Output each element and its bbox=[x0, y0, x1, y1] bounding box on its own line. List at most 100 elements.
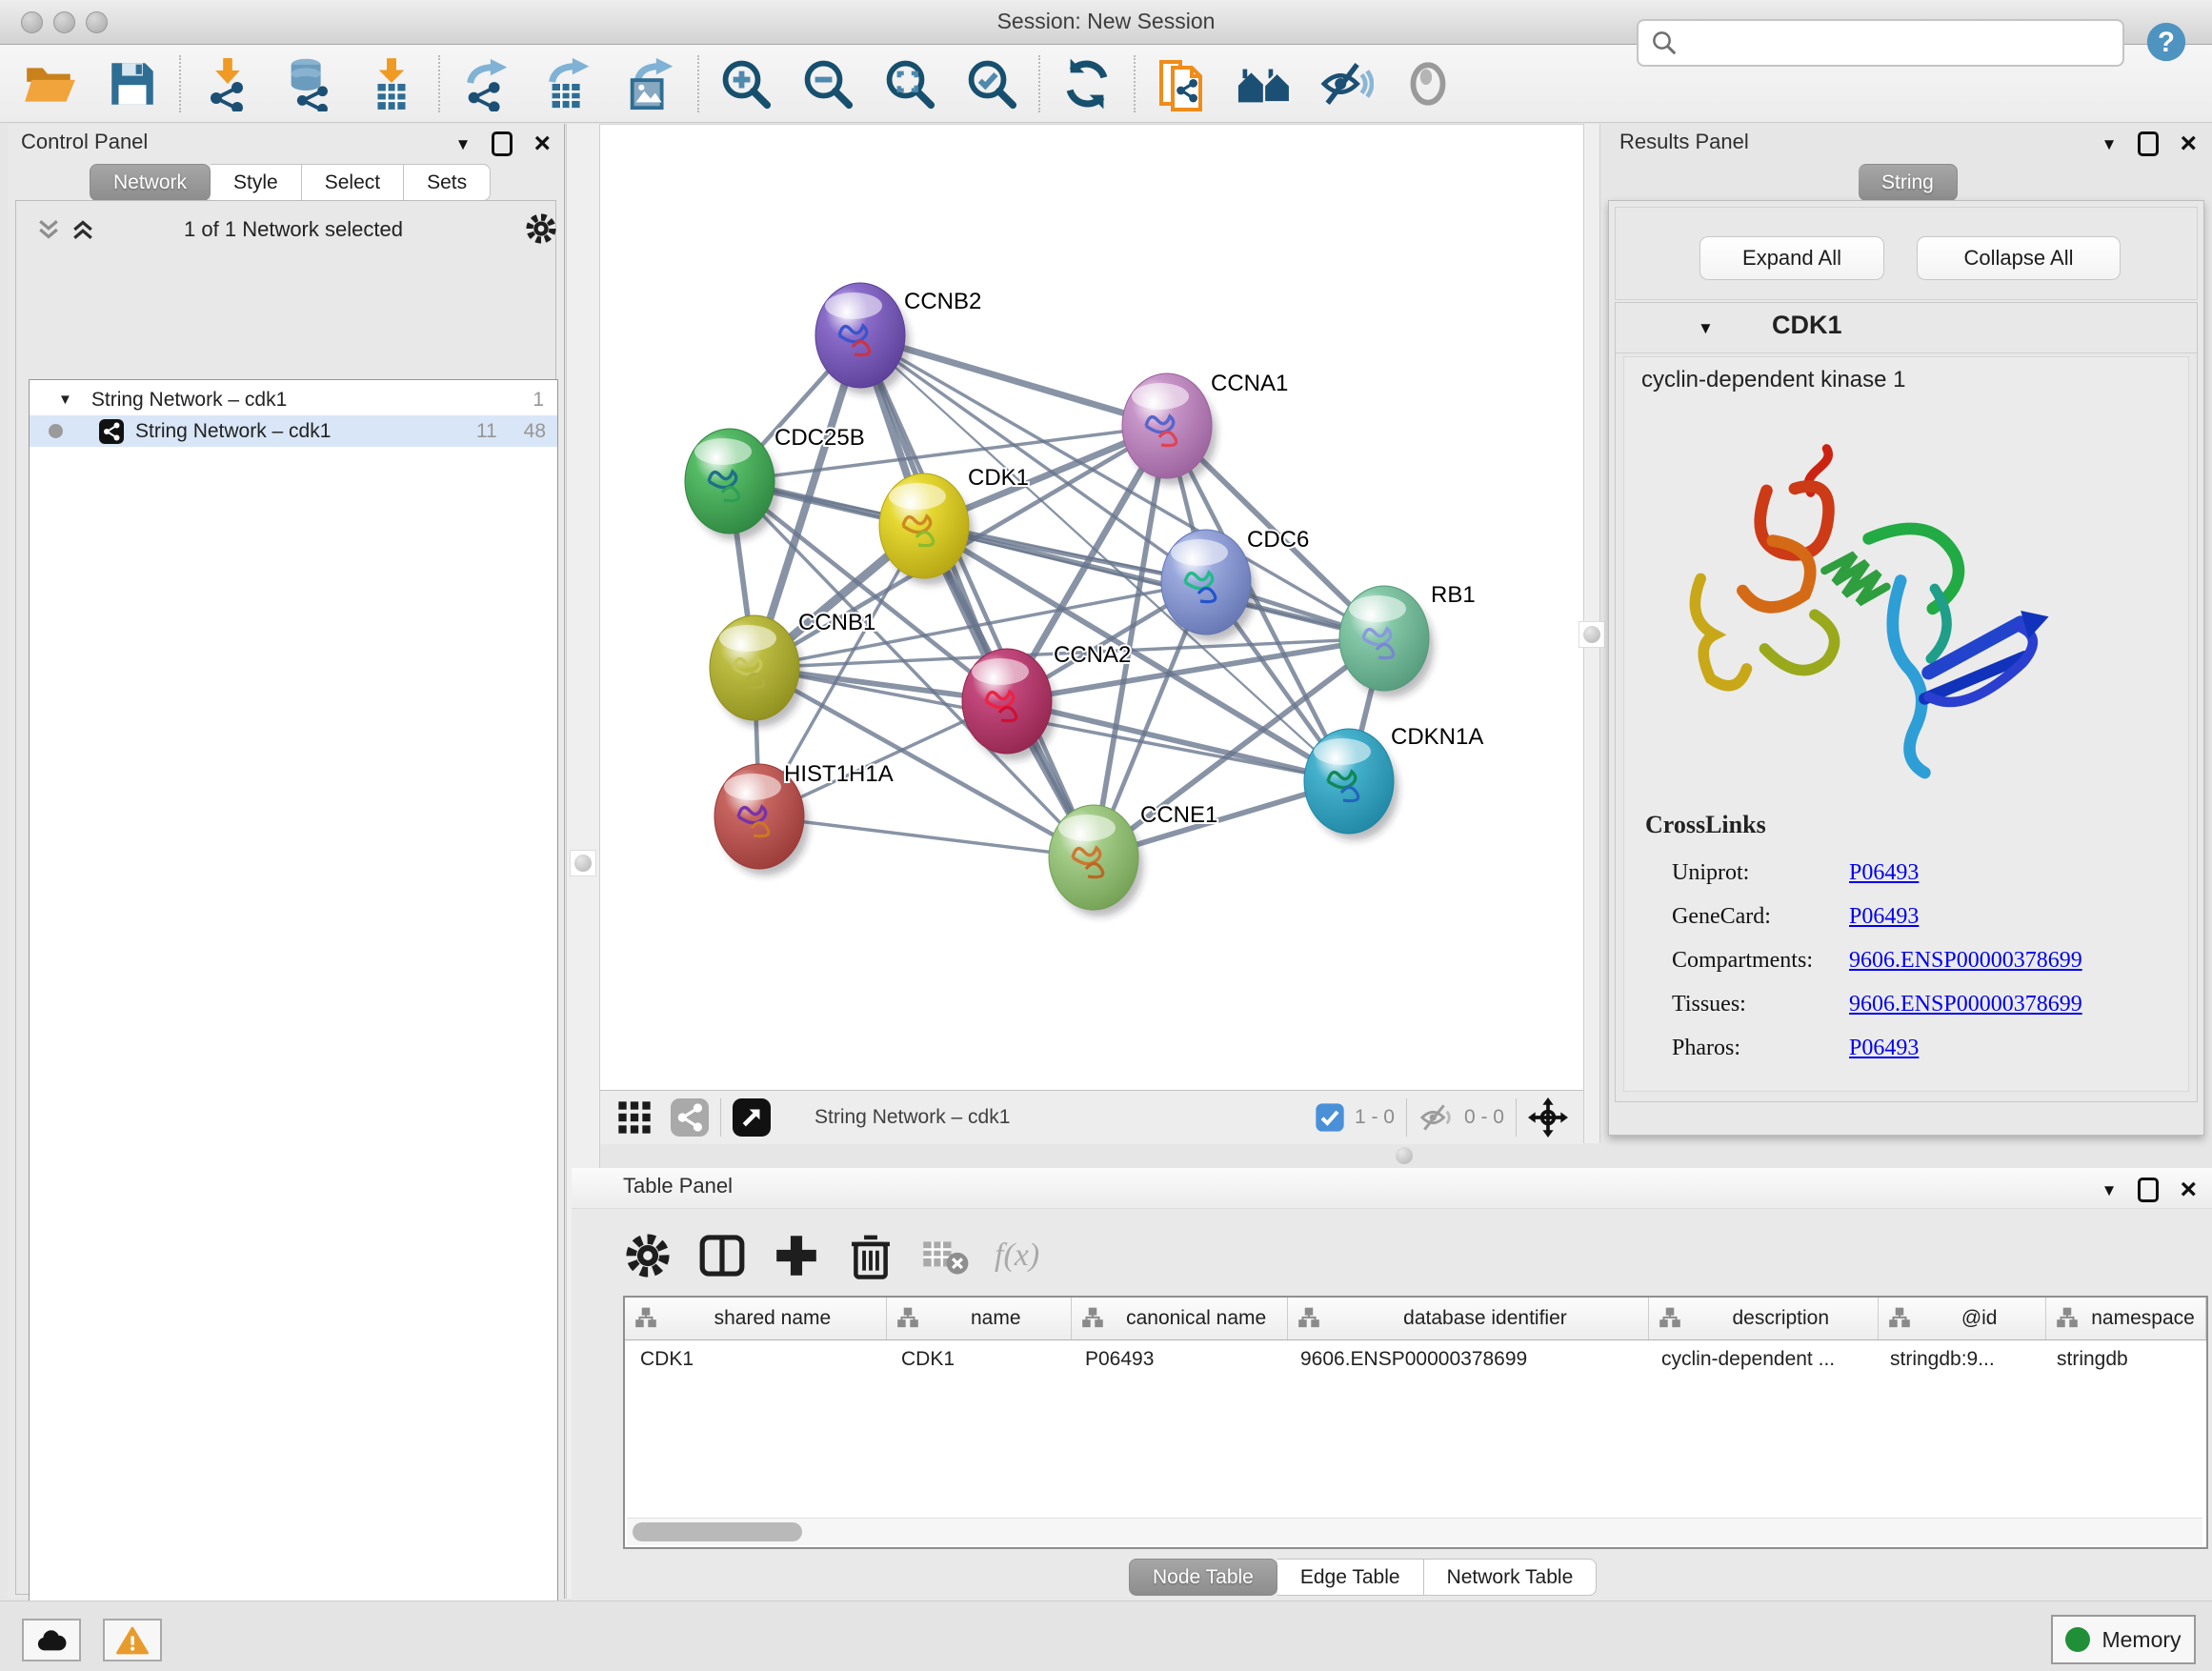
column-header-description[interactable]: description bbox=[1649, 1298, 1879, 1339]
expand-all-button[interactable]: Expand All bbox=[1699, 236, 1884, 280]
delete-column-trash-icon[interactable] bbox=[846, 1231, 895, 1280]
crosslink-label: Compartments: bbox=[1672, 948, 1849, 974]
zoom-selected-button[interactable] bbox=[951, 50, 1033, 118]
navigator-icon[interactable] bbox=[733, 1098, 771, 1137]
table-panel: Table Panel ▼ × f(x) bbox=[572, 1168, 2212, 1601]
column-header-canonical-name[interactable]: canonical name bbox=[1072, 1298, 1288, 1339]
tab-node-table[interactable]: Node Table bbox=[1129, 1559, 1277, 1596]
fit-content-crosshair-icon[interactable] bbox=[1528, 1097, 1568, 1137]
control-panel-close-icon[interactable]: × bbox=[533, 134, 551, 153]
import-table-button[interactable] bbox=[351, 50, 432, 118]
network-edge-HIST1H1A-CCNE1[interactable] bbox=[759, 816, 1094, 857]
selected-checkbox-icon[interactable] bbox=[1315, 1102, 1345, 1133]
network-edge-CCNB2-CCNE1[interactable] bbox=[860, 335, 1094, 857]
crosslink-link[interactable]: 9606.ENSP00000378699 bbox=[1849, 948, 2082, 974]
table-panel-float-icon[interactable]: ▼ bbox=[2101, 1182, 2118, 1198]
add-column-icon[interactable] bbox=[772, 1231, 821, 1280]
zoom-fit-button[interactable] bbox=[869, 50, 951, 118]
expand-all-icon[interactable] bbox=[69, 215, 97, 249]
network-node-RB1[interactable]: RB1 bbox=[1339, 582, 1476, 697]
help-button[interactable]: ? bbox=[2145, 21, 2187, 63]
tab-sets[interactable]: Sets bbox=[404, 164, 491, 201]
collapse-all-icon[interactable] bbox=[34, 215, 63, 249]
tab-string[interactable]: String bbox=[1859, 164, 1958, 201]
tab-network[interactable]: Network bbox=[90, 164, 211, 201]
tab-network-table[interactable]: Network Table bbox=[1424, 1559, 1598, 1596]
eye-slash-icon bbox=[1318, 56, 1374, 111]
save-session-button[interactable] bbox=[91, 50, 173, 118]
column-header--id[interactable]: @id bbox=[1879, 1298, 2046, 1339]
network-node-HIST1H1A[interactable]: HIST1H1A bbox=[714, 761, 894, 876]
network-node-CDKN1A[interactable]: CDKN1A bbox=[1304, 724, 1483, 840]
crosslink-row: GeneCard:P06493 bbox=[1672, 895, 2167, 938]
scrollbar-thumb[interactable] bbox=[633, 1522, 802, 1541]
crosslink-link[interactable]: P06493 bbox=[1849, 860, 1919, 886]
network-mode-icon[interactable] bbox=[671, 1098, 709, 1137]
zoom-out-button[interactable] bbox=[787, 50, 869, 118]
tab-style[interactable]: Style bbox=[211, 164, 302, 201]
control-panel-title: Control Panel bbox=[21, 130, 148, 154]
refresh-button[interactable] bbox=[1046, 50, 1128, 118]
results-panel-maximize-icon[interactable] bbox=[2138, 131, 2159, 156]
network-options-gear-button[interactable] bbox=[524, 211, 558, 251]
network-node-CCNA1[interactable]: CCNA1 bbox=[1122, 371, 1288, 485]
network-view-canvas[interactable]: CCNB2CCNA1CDC25BCDK1CDC6RB1CCNB1CCNA2CDK… bbox=[600, 124, 1583, 1091]
crosslink-link[interactable]: P06493 bbox=[1849, 1036, 1919, 1061]
network-node-CCNE1[interactable]: CCNE1 bbox=[1049, 802, 1217, 916]
network-collection-row[interactable]: ▼ String Network – cdk1 1 bbox=[30, 384, 557, 415]
gene-section-collapse-icon[interactable]: ▼ bbox=[1698, 320, 1714, 336]
column-header-database-identifier[interactable]: database identifier bbox=[1288, 1298, 1650, 1339]
string-protein-query-button[interactable] bbox=[1141, 50, 1223, 118]
export-image-button[interactable] bbox=[610, 50, 692, 118]
function-builder-button[interactable]: f(x) bbox=[995, 1238, 1039, 1274]
table-settings-gear-icon[interactable] bbox=[623, 1231, 673, 1280]
tree-expander-icon[interactable]: ▼ bbox=[58, 392, 72, 408]
control-panel-float-icon[interactable]: ▼ bbox=[455, 136, 472, 152]
import-network-from-database-button[interactable] bbox=[269, 50, 351, 118]
column-header-name[interactable]: name bbox=[887, 1298, 1072, 1339]
column-header-namespace[interactable]: namespace bbox=[2046, 1298, 2206, 1339]
export-table-button[interactable] bbox=[528, 50, 610, 118]
table-splitter-handle[interactable] bbox=[1392, 1143, 1417, 1168]
results-panel-close-icon[interactable]: × bbox=[2180, 134, 2197, 153]
network-node-CDC25B[interactable]: CDC25B bbox=[685, 425, 865, 540]
show-hidden-button[interactable] bbox=[1387, 50, 1469, 118]
table-panel-close-icon[interactable]: × bbox=[2180, 1180, 2197, 1199]
hidden-eye-slash-icon[interactable] bbox=[1418, 1101, 1455, 1134]
crosslink-link[interactable]: 9606.ENSP00000378699 bbox=[1849, 992, 2082, 1017]
tab-edge-table[interactable]: Edge Table bbox=[1277, 1559, 1424, 1596]
table-row[interactable]: CDK1CDK1P064939606.ENSP00000378699cyclin… bbox=[625, 1340, 2206, 1379]
network-node-CCNA2[interactable]: CCNA2 bbox=[962, 642, 1131, 760]
network-name: String Network – cdk1 bbox=[135, 420, 331, 443]
crosslink-link[interactable]: P06493 bbox=[1849, 904, 1919, 930]
grid-mode-icon[interactable] bbox=[615, 1098, 654, 1137]
network-row-selected[interactable]: String Network – cdk1 11 48 bbox=[30, 415, 557, 447]
show-columns-icon[interactable] bbox=[697, 1231, 747, 1280]
table-cell: P06493 bbox=[1070, 1340, 1285, 1379]
network-node-CCNB2[interactable]: CCNB2 bbox=[815, 283, 981, 394]
zoom-in-button[interactable] bbox=[705, 50, 787, 118]
left-splitter-handle[interactable] bbox=[570, 850, 596, 876]
search-input[interactable] bbox=[1637, 19, 2124, 67]
collapse-all-button[interactable]: Collapse All bbox=[1917, 236, 2121, 280]
delete-table-icon[interactable] bbox=[920, 1231, 970, 1280]
network-node-CDK1[interactable]: CDK1 bbox=[879, 465, 1029, 585]
gear-icon bbox=[524, 211, 558, 246]
export-network-button[interactable] bbox=[446, 50, 528, 118]
warnings-button[interactable] bbox=[103, 1619, 162, 1661]
open-session-button[interactable] bbox=[10, 50, 91, 118]
table-panel-maximize-icon[interactable] bbox=[2138, 1178, 2159, 1202]
results-panel-float-icon[interactable]: ▼ bbox=[2101, 136, 2118, 152]
node-label: HIST1H1A bbox=[784, 761, 894, 787]
node-label: CDC25B bbox=[774, 425, 865, 451]
network-node-CCNB1[interactable]: CCNB1 bbox=[710, 610, 875, 727]
home-layout-button[interactable] bbox=[1223, 50, 1305, 118]
horizontal-scrollbar[interactable] bbox=[627, 1518, 2202, 1545]
hide-selected-button[interactable] bbox=[1305, 50, 1387, 118]
import-network-button[interactable] bbox=[187, 50, 269, 118]
cloud-status-button[interactable] bbox=[22, 1619, 81, 1661]
memory-button[interactable]: Memory bbox=[2051, 1615, 2196, 1664]
control-panel-maximize-icon[interactable] bbox=[492, 131, 513, 156]
column-header-shared-name[interactable]: shared name bbox=[625, 1298, 887, 1339]
tab-select[interactable]: Select bbox=[302, 164, 404, 201]
